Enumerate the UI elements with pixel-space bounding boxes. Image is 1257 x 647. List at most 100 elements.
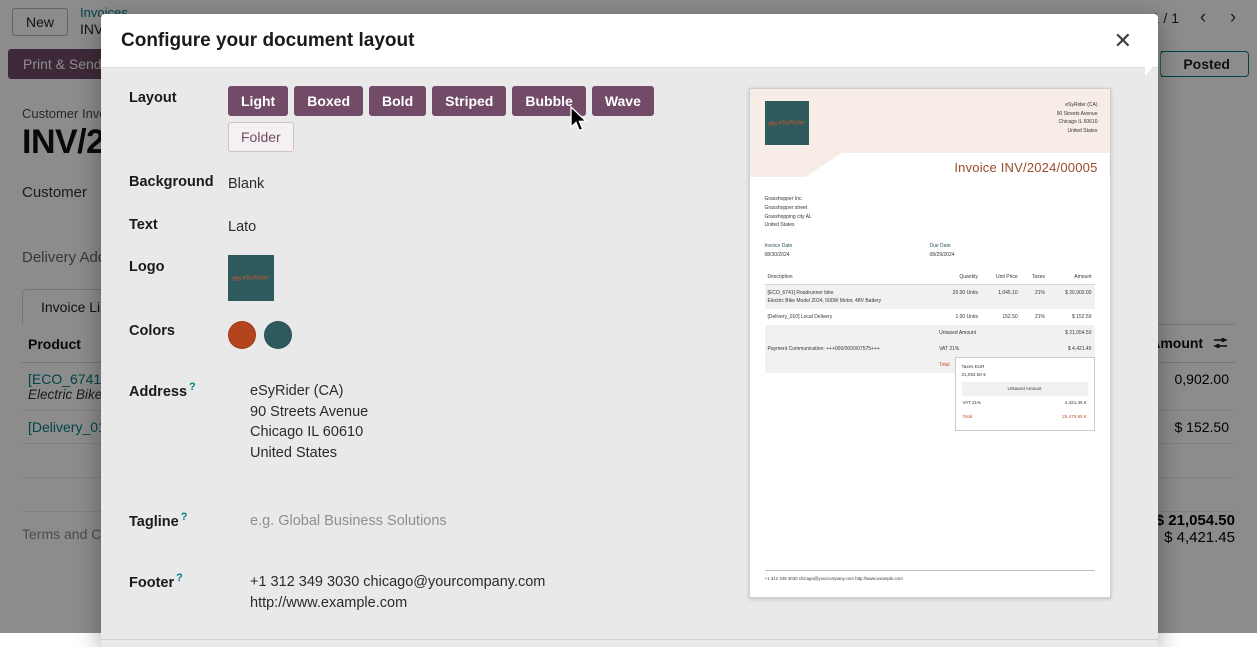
preview-summary-row-untaxed: Untaxed Amount $ 21,054.50: [765, 325, 1095, 341]
preview-row-amount: $ 20,902.00: [1048, 285, 1095, 310]
background-field-value[interactable]: Blank: [228, 170, 264, 195]
layout-option-wave[interactable]: Wave: [592, 86, 654, 116]
field-row-footer: Footer? +1 312 349 3030 chicago@yourcomp…: [129, 568, 715, 613]
preview-invoice-date: Invoice Date 08/30/2024: [765, 243, 930, 258]
address-field-value[interactable]: eSyRider (CA) 90 Streets Avenue Chicago …: [228, 377, 368, 463]
preview-customer-address: Grasshopper Inc. Grasshopper street Gras…: [765, 195, 1095, 230]
dialog-body: Layout Light Boxed Bold Striped Bubble W…: [101, 68, 1158, 639]
preview-invoice-title: Invoice INV/2024/00005: [954, 160, 1097, 175]
preview-payment-communication: Payment Communication: +++000/0000/07575…: [765, 341, 937, 373]
preview-row-amount: $ 152.50: [1048, 309, 1095, 325]
preview-row-description: [Delivery_010] Local Delivery: [765, 309, 937, 325]
preview-col-description: Description: [765, 271, 937, 285]
preview-due-date-value: 08/29/2024: [930, 252, 1095, 258]
color-swatch-primary[interactable]: [228, 321, 256, 349]
invoice-preview-page: eSyRider eSyRider (CA) 90 Streets Avenue…: [749, 88, 1111, 598]
preview-due-date-label: Due Date: [930, 243, 1095, 249]
field-row-logo: Logo eSyRider: [129, 255, 715, 301]
preview-col-unit-price: Unit Price: [981, 271, 1021, 285]
tax-box-base: 21,054.50 €: [962, 371, 1088, 379]
preview-company-address: eSyRider (CA) 90 Streets Avenue Chicago …: [1057, 101, 1098, 135]
preview-row-taxes: 21%: [1021, 309, 1048, 325]
layout-settings-form: Layout Light Boxed Bold Striped Bubble W…: [115, 86, 715, 639]
preview-vat-label: VAT 21%: [936, 341, 1048, 357]
tax-box-vat-value: 4,421.45 €: [1065, 399, 1087, 407]
layout-option-folder[interactable]: Folder: [228, 122, 294, 152]
preview-dates: Invoice Date 08/30/2024 Due Date 08/29/2…: [765, 243, 1095, 258]
preview-due-date: Due Date 08/29/2024: [930, 243, 1095, 258]
preview-col-quantity: Quantity: [936, 271, 981, 285]
tax-box-vat-label: VAT 21%: [963, 399, 982, 407]
close-icon[interactable]: ✕: [1106, 26, 1140, 56]
preview-invoice-date-value: 08/30/2024: [765, 252, 930, 258]
field-row-address: Address? eSyRider (CA) 90 Streets Avenue…: [129, 377, 715, 463]
preview-row-unit-price: 1,045.10: [981, 285, 1021, 310]
document-layout-dialog: Configure your document layout ✕ Layout …: [101, 14, 1158, 647]
layout-option-light[interactable]: Light: [228, 86, 288, 116]
preview-row-quantity: 20.00 Units: [936, 285, 981, 310]
layout-option-bold[interactable]: Bold: [369, 86, 426, 116]
preview-table-header-row: Description Quantity Unit Price Taxes Am…: [765, 271, 1095, 285]
field-row-tagline: Tagline? e.g. Global Business Solutions: [129, 507, 715, 532]
preview-table-row: [Delivery_010] Local Delivery 1.00 Units…: [765, 309, 1095, 325]
help-icon[interactable]: ?: [189, 381, 196, 393]
preview-summary-row-vat: Payment Communication: +++000/0000/07575…: [765, 341, 1095, 357]
footer-field-label: Footer?: [129, 568, 228, 591]
modal-overlay[interactable]: Configure your document layout ✕ Layout …: [0, 0, 1257, 633]
preview-vat-value: $ 4,421.45: [1048, 341, 1095, 357]
layout-option-striped[interactable]: Striped: [432, 86, 506, 116]
logo-wordmark: eSyRider: [233, 274, 270, 282]
preview-body: Grasshopper Inc. Grasshopper street Gras…: [750, 177, 1110, 373]
field-row-layout: Layout Light Boxed Bold Striped Bubble W…: [129, 86, 715, 152]
tax-box-vat-row: VAT 21% 4,421.45 €: [962, 396, 1088, 410]
colors-field-label: Colors: [129, 319, 228, 339]
help-icon[interactable]: ?: [181, 511, 188, 523]
footer-field-value[interactable]: +1 312 349 3030 chicago@yourcompany.com …: [228, 568, 545, 613]
preview-untaxed-label: Untaxed Amount: [936, 325, 1048, 341]
tax-box-title: Taxes EUR: [962, 363, 1088, 371]
layout-option-bubble[interactable]: Bubble: [512, 86, 585, 116]
color-swatch-secondary[interactable]: [264, 321, 292, 349]
layout-option-group: Light Boxed Bold Striped Bubble Wave Fol…: [228, 86, 715, 152]
preview-row-description: [ECO_6741] Roadrunner bike: [768, 289, 934, 297]
preview-page-footer: +1 312 349 3030 chicago@yourcompany.com …: [765, 570, 1095, 581]
dialog-footer: [101, 639, 1158, 647]
tax-box-header: Untaxed Amount: [962, 382, 1088, 396]
tax-box-total-label: Total: [963, 413, 973, 421]
color-swatch-group: [228, 319, 292, 349]
preview-logo-wordmark: eSyRider: [768, 119, 805, 127]
preview-table-row: [ECO_6741] Roadrunner bike Electric Bike…: [765, 285, 1095, 310]
logo-image[interactable]: eSyRider: [228, 255, 274, 301]
preview-row-unit-price: 152.50: [981, 309, 1021, 325]
tax-box-total-value: 25,475.95 €: [1062, 413, 1086, 421]
bicycle-icon: [233, 276, 242, 281]
preview-header-band: eSyRider eSyRider (CA) 90 Streets Avenue…: [750, 89, 1110, 177]
layout-option-boxed[interactable]: Boxed: [294, 86, 363, 116]
help-icon[interactable]: ?: [176, 572, 183, 584]
preview-invoice-date-label: Invoice Date: [765, 243, 930, 249]
logo-text: eSyRider: [243, 274, 270, 282]
logo-field-label: Logo: [129, 255, 228, 275]
preview-untaxed-value: $ 21,054.50: [1048, 325, 1095, 341]
preview-logo-text: eSyRider: [778, 119, 805, 127]
field-row-colors: Colors: [129, 319, 715, 349]
preview-col-taxes: Taxes: [1021, 271, 1048, 285]
preview-row-taxes: 21%: [1021, 285, 1048, 310]
preview-tax-summary-box: Taxes EUR 21,054.50 € Untaxed Amount VAT…: [955, 357, 1095, 431]
preview-row-description2: Electric Bike Model 2024, 500W Motor, 48…: [768, 297, 934, 305]
tagline-field-label: Tagline?: [129, 507, 228, 530]
background-field-label: Background: [129, 170, 228, 190]
text-font-field-label: Text: [129, 213, 228, 233]
field-row-background: Background Blank: [129, 170, 715, 195]
bicycle-icon: [768, 121, 777, 126]
preview-col-amount: Amount: [1048, 271, 1095, 285]
layout-field-label: Layout: [129, 86, 228, 106]
field-row-text: Text Lato: [129, 213, 715, 238]
preview-logo: eSyRider: [765, 101, 809, 145]
tagline-input[interactable]: e.g. Global Business Solutions: [228, 507, 447, 532]
address-field-label: Address?: [129, 377, 228, 400]
text-font-field-value[interactable]: Lato: [228, 213, 256, 238]
tax-box-total-row: Total 25,475.95 €: [962, 410, 1088, 424]
document-preview-pane: eSyRider eSyRider (CA) 90 Streets Avenue…: [715, 86, 1144, 639]
dialog-title: Configure your document layout: [121, 30, 414, 52]
